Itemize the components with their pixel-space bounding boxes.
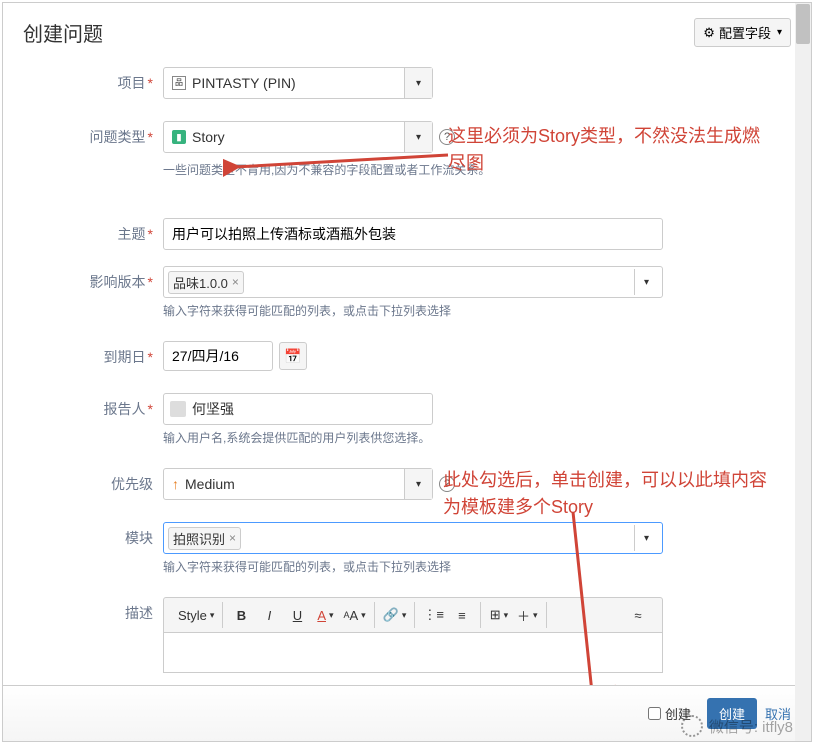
collapse-toolbar-button[interactable]: ≈ (624, 602, 652, 628)
create-another-checkbox-wrap[interactable]: 创建 (648, 704, 691, 723)
story-icon: ▮ (172, 130, 186, 144)
project-icon: 品 (172, 76, 186, 90)
remove-tag-icon[interactable]: × (229, 531, 236, 545)
priority-dropdown-trigger[interactable] (404, 469, 432, 499)
project-label: 项目* (23, 67, 163, 93)
priority-select[interactable]: ↑ Medium (163, 468, 433, 500)
project-value: PINTASTY (PIN) (192, 75, 296, 91)
avatar-icon (170, 401, 186, 417)
font-size-button[interactable]: AA (339, 602, 369, 628)
project-row: 项目* 品 PINTASTY (PIN) (23, 67, 791, 99)
issue-type-value: Story (192, 129, 225, 145)
scrollbar-thumb[interactable] (796, 4, 810, 44)
affects-version-row: 影响版本* 品味1.0.0 × 输入字符来获得可能匹配的列表，或点击下拉列表选择 (23, 266, 791, 319)
module-field[interactable]: 拍照识别 × (163, 522, 663, 554)
priority-medium-icon: ↑ (172, 476, 179, 492)
module-tag: 拍照识别 × (168, 527, 241, 550)
bullet-list-button[interactable]: ⋮≡ (419, 602, 448, 628)
due-date-row: 到期日* 📅 (23, 341, 791, 371)
dialog-body: 项目* 品 PINTASTY (PIN) 问题类型* ▮ Sto (3, 67, 811, 685)
issue-type-dropdown-trigger[interactable] (404, 122, 432, 152)
italic-button[interactable]: I (255, 602, 283, 628)
affects-version-tag: 品味1.0.0 × (168, 271, 244, 294)
remove-tag-icon[interactable]: × (232, 275, 239, 289)
reporter-hint: 输入用户名,系统会提供匹配的用户列表供您选择。 (163, 429, 791, 446)
affects-version-field[interactable]: 品味1.0.0 × (163, 266, 663, 298)
editor-toolbar: Style B I U A AA 🔗 ⋮≡ ≡ (163, 597, 663, 633)
priority-value: Medium (185, 476, 235, 492)
create-issue-dialog: 创建问题 ⚙ 配置字段 项目* 品 PINTASTY (PIN) 问题类型 (2, 2, 812, 742)
due-date-label: 到期日* (23, 341, 163, 367)
gear-icon: ⚙ (703, 25, 715, 41)
create-another-checkbox[interactable] (648, 707, 661, 720)
dialog-title: 创建问题 (23, 18, 103, 47)
number-list-button[interactable]: ≡ (448, 602, 476, 628)
priority-row: 优先级 ↑ Medium ? (23, 468, 791, 500)
priority-help-icon[interactable]: ? (439, 476, 455, 492)
link-button[interactable]: 🔗 (379, 602, 411, 628)
configure-fields-button[interactable]: ⚙ 配置字段 (694, 18, 791, 47)
reporter-label: 报告人* (23, 393, 163, 419)
issue-type-label: 问题类型* (23, 121, 163, 147)
style-dropdown[interactable]: Style (174, 602, 218, 628)
scrollbar-track[interactable] (795, 3, 811, 741)
summary-row: 主题* (23, 218, 791, 250)
more-button[interactable]: ＋ (513, 602, 542, 628)
description-row: 描述 Style B I U A AA 🔗 (23, 597, 791, 673)
cancel-button[interactable]: 取消 (765, 704, 791, 723)
project-dropdown-trigger[interactable] (404, 68, 432, 98)
issue-type-select[interactable]: ▮ Story (163, 121, 433, 153)
config-button-label: 配置字段 (719, 23, 771, 42)
module-hint: 输入字符来获得可能匹配的列表，或点击下拉列表选择 (163, 558, 791, 575)
bold-button[interactable]: B (227, 602, 255, 628)
submit-button[interactable]: 创建 (707, 698, 757, 729)
description-editor[interactable] (163, 633, 663, 673)
module-label: 模块 (23, 522, 163, 548)
issue-type-row: 问题类型* ▮ Story ? (23, 121, 791, 153)
text-color-button[interactable]: A (311, 602, 339, 628)
summary-label: 主题* (23, 218, 163, 244)
description-label: 描述 (23, 597, 163, 623)
dialog-header: 创建问题 ⚙ 配置字段 (3, 3, 811, 67)
reporter-value: 何坚强 (192, 399, 234, 419)
module-row: 模块 拍照识别 × 输入字符来获得可能匹配的列表，或点击下拉列表选择 (23, 522, 791, 575)
affects-version-label: 影响版本* (23, 266, 163, 292)
table-button[interactable]: ⊞ (485, 602, 513, 628)
calendar-icon[interactable]: 📅 (279, 342, 307, 370)
module-dropdown-trigger[interactable] (634, 525, 658, 551)
underline-button[interactable]: U (283, 602, 311, 628)
reporter-row: 报告人* 何坚强 输入用户名,系统会提供匹配的用户列表供您选择。 (23, 393, 791, 446)
issue-type-hint: 一些问题类型不肯用,因为不兼容的字段配置或者工作流关系。 (163, 161, 791, 178)
summary-input[interactable] (163, 218, 663, 250)
reporter-input[interactable]: 何坚强 (163, 393, 433, 425)
issue-type-help-icon[interactable]: ? (439, 129, 455, 145)
due-date-input[interactable] (163, 341, 273, 371)
priority-label: 优先级 (23, 468, 163, 494)
project-select[interactable]: 品 PINTASTY (PIN) (163, 67, 433, 99)
create-another-label: 创建 (665, 704, 691, 723)
dialog-footer: 创建 创建 取消 (3, 685, 811, 741)
affects-version-hint: 输入字符来获得可能匹配的列表，或点击下拉列表选择 (163, 302, 791, 319)
affects-version-dropdown-trigger[interactable] (634, 269, 658, 295)
